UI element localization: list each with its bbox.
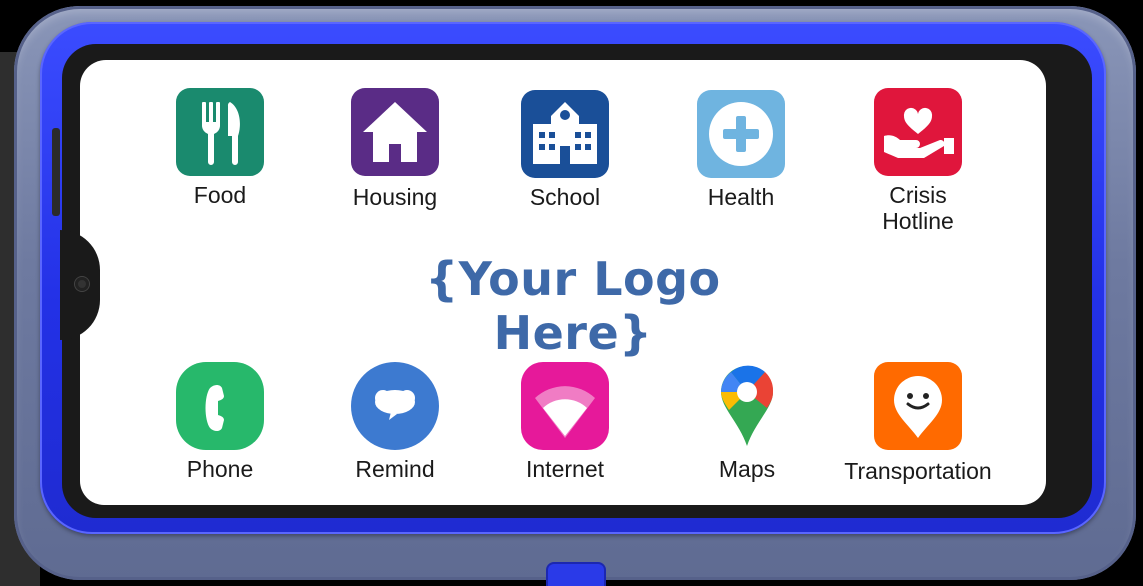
heart-hand-icon (874, 88, 962, 176)
app-label: Transportation (844, 458, 992, 484)
wifi-icon (521, 362, 609, 450)
fork-knife-icon (176, 88, 264, 176)
side-button (52, 128, 60, 216)
app-school[interactable]: School (515, 90, 615, 210)
app-housing[interactable]: Housing (345, 88, 445, 210)
phone-screen: Food Housing School Health Crisis Hotlin… (80, 60, 1046, 505)
logo-placeholder: {Your Logo Here} (425, 252, 721, 360)
app-crisis-hotline[interactable]: Crisis Hotline (863, 88, 973, 234)
app-phone[interactable]: Phone (170, 362, 270, 482)
speech-bubble-icon (351, 362, 439, 450)
school-building-icon (521, 90, 609, 178)
app-label: School (529, 184, 601, 210)
app-label: Phone (186, 456, 254, 482)
app-label: Maps (718, 456, 776, 482)
app-remind[interactable]: Remind (345, 362, 445, 482)
app-internet[interactable]: Internet (515, 362, 615, 482)
camera-icon (75, 277, 89, 291)
medical-plus-icon (697, 90, 785, 178)
app-food[interactable]: Food (170, 88, 270, 208)
phone-icon (176, 362, 264, 450)
case-bottom-tab (548, 564, 604, 586)
app-label: Food (193, 182, 247, 208)
app-label: Remind (355, 456, 435, 482)
app-label: Health (707, 184, 775, 210)
app-maps[interactable]: Maps (697, 362, 797, 482)
app-label: Housing (352, 184, 438, 210)
app-label: Internet (526, 456, 604, 482)
app-transportation[interactable]: Transportation (833, 362, 1003, 484)
smiley-pin-icon (874, 362, 962, 450)
app-label: Crisis Hotline (882, 182, 954, 234)
app-health[interactable]: Health (691, 90, 791, 210)
house-icon (351, 88, 439, 176)
map-pin-icon (703, 362, 791, 450)
